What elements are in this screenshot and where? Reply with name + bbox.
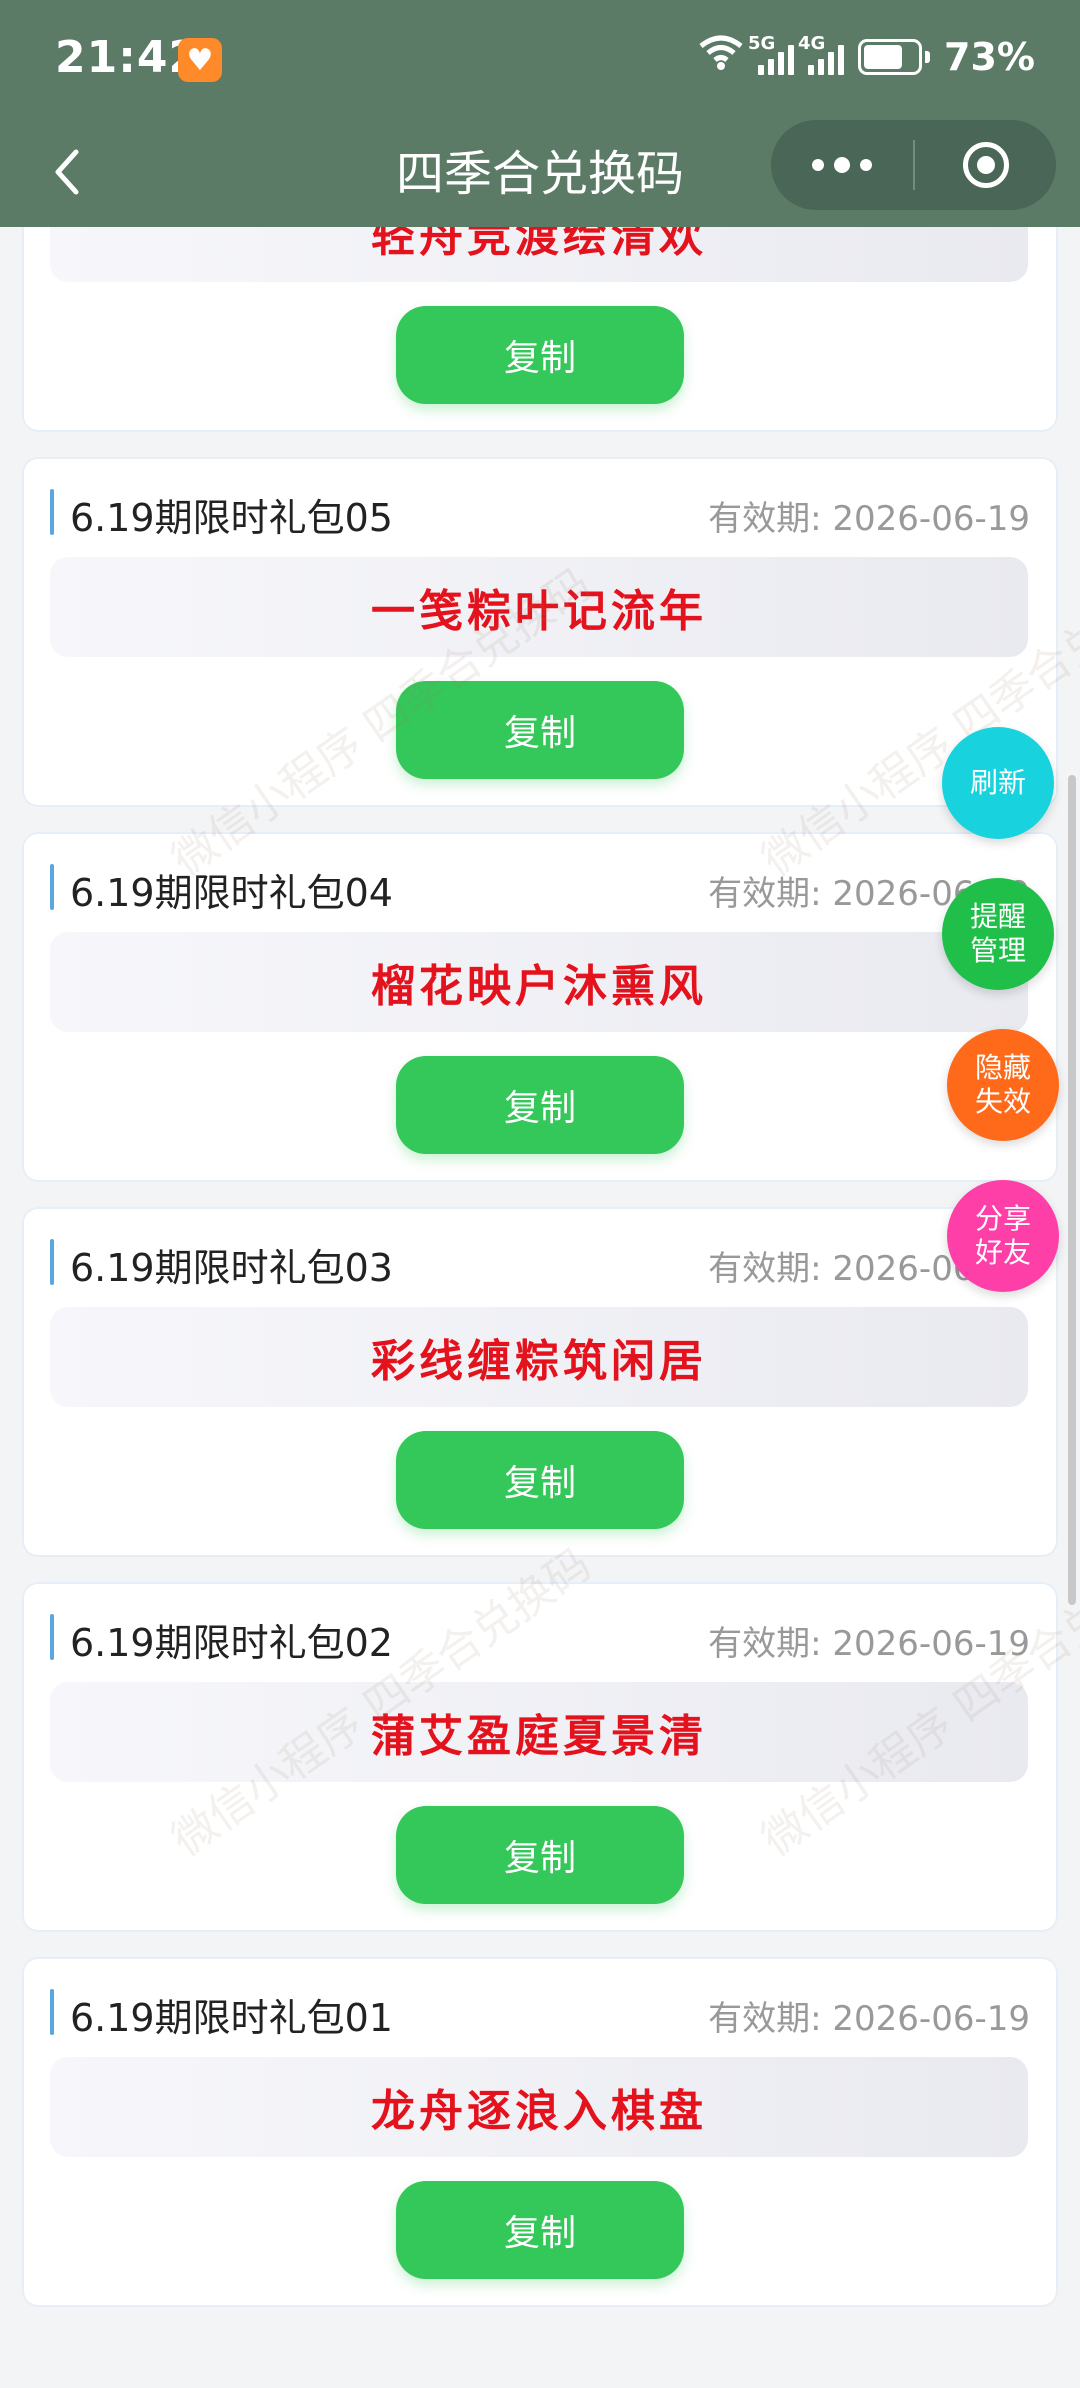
status-icons: 5G 4G 73% [698,33,1035,80]
code-box: 轻舟竞渡绘清欢 [50,227,1028,282]
card-title: 6.19期限时礼包01 [70,1996,393,2040]
gift-code-card: 6.19期限时礼包05 有效期: 2026-06-19 一笺粽叶记流年复制 [22,457,1058,807]
code-box: 一笺粽叶记流年 [50,557,1028,657]
code-box: 榴花映户沐熏风 [50,932,1028,1032]
title-accent-bar [50,864,54,910]
scrollbar[interactable] [1068,775,1076,1605]
card-header: 6.19期限时礼包02 有效期: 2026-06-19 [50,1610,1030,1665]
copy-button[interactable]: 复制 [396,1431,684,1529]
close-mini-program-icon[interactable] [915,142,1056,188]
gift-code-card: 6.19期限时礼包06有效期: 2026-06-19轻舟竞渡绘清欢复制 [22,227,1058,432]
reminder-manage-button[interactable]: 提醒 管理 [942,878,1054,990]
copy-button[interactable]: 复制 [396,306,684,404]
gift-code-card: 6.19期限时礼包02 有效期: 2026-06-19 蒲艾盈庭夏景清复制 [22,1582,1058,1932]
code-list: 6.19期限时礼包06有效期: 2026-06-19轻舟竞渡绘清欢复制6.19期… [22,227,1058,2332]
expiry-date: 有效期: 2026-06-19 [708,499,1030,539]
redeem-code: 蒲艾盈庭夏景清 [371,1711,707,1762]
gift-code-card: 6.19期限时礼包03 有效期: 2026-06-19 彩线缠粽筑闲居复制 [22,1207,1058,1557]
more-options-icon[interactable] [771,157,913,173]
hide-invalid-button[interactable]: 隐藏 失效 [947,1029,1059,1141]
signal-5g-icon: 5G [748,33,795,75]
top-bar: 21:42 ♥ 5G 4G 73% 四季合兑换码 [0,0,1080,227]
heart-app-icon: ♥ [178,38,222,82]
gift-code-card: 6.19期限时礼包04 有效期: 2026-06-19 榴花映户沐熏风复制 [22,832,1058,1182]
card-header: 6.19期限时礼包04 有效期: 2026-06-19 [50,860,1030,915]
card-title: 6.19期限时礼包02 [70,1621,393,1665]
gift-code-card: 6.19期限时礼包01 有效期: 2026-06-19 龙舟逐浪入棋盘复制 [22,1957,1058,2307]
redeem-code: 龙舟逐浪入棋盘 [371,2086,707,2137]
title-accent-bar [50,489,54,535]
title-accent-bar [50,1239,54,1285]
nav-bar: 四季合兑换码 [0,120,1080,227]
status-bar: 21:42 ♥ 5G 4G 73% [0,0,1080,120]
code-box: 彩线缠粽筑闲居 [50,1307,1028,1407]
title-accent-bar [50,1614,54,1660]
card-title: 6.19期限时礼包03 [70,1246,393,1290]
redeem-code: 榴花映户沐熏风 [371,961,707,1012]
redeem-code: 彩线缠粽筑闲居 [371,1336,707,1387]
battery-icon [858,39,931,75]
card-title: 6.19期限时礼包05 [70,496,393,540]
wifi-icon [698,34,744,80]
copy-button[interactable]: 复制 [396,681,684,779]
expiry-date: 有效期: 2026-06-19 [708,1624,1030,1664]
code-list-scroll[interactable]: 6.19期限时礼包06有效期: 2026-06-19轻舟竞渡绘清欢复制6.19期… [0,227,1080,2388]
signal-4g-icon: 4G [798,33,845,75]
battery-percent: 73% [944,35,1035,79]
redeem-code: 轻舟竞渡绘清欢 [371,227,707,262]
refresh-button[interactable]: 刷新 [942,727,1054,839]
copy-button[interactable]: 复制 [396,1056,684,1154]
title-accent-bar [50,1989,54,2035]
code-box: 龙舟逐浪入棋盘 [50,2057,1028,2157]
copy-button[interactable]: 复制 [396,1806,684,1904]
card-header: 6.19期限时礼包05 有效期: 2026-06-19 [50,485,1030,540]
share-friends-button[interactable]: 分享 好友 [947,1180,1059,1292]
card-header: 6.19期限时礼包03 有效期: 2026-06-19 [50,1235,1030,1290]
card-header: 6.19期限时礼包01 有效期: 2026-06-19 [50,1985,1030,2040]
expiry-date: 有效期: 2026-06-19 [708,1999,1030,2039]
redeem-code: 一笺粽叶记流年 [371,586,707,637]
mini-program-capsule [771,120,1056,210]
copy-button[interactable]: 复制 [396,2181,684,2279]
code-box: 蒲艾盈庭夏景清 [50,1682,1028,1782]
card-title: 6.19期限时礼包04 [70,871,393,915]
